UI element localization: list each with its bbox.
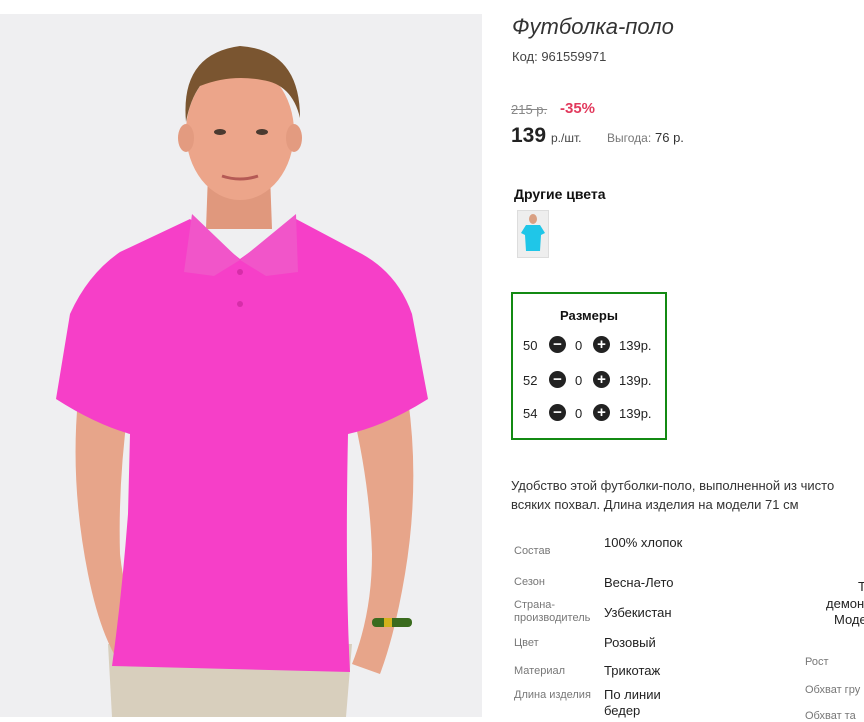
size-value: 54 <box>523 406 538 421</box>
product-title: Футболка-поло <box>512 14 674 39</box>
attr-value: Узбекистан <box>604 605 672 620</box>
increase-quantity-icon[interactable]: + <box>593 404 610 421</box>
current-price: 139 <box>511 124 547 147</box>
attr-label: Цвет <box>514 637 539 649</box>
attr-label: Сезон <box>514 576 545 588</box>
quantity-value: 0 <box>575 406 583 421</box>
size-price: 139р. <box>619 406 652 421</box>
attr-value: Розовый <box>604 635 656 650</box>
size-value: 52 <box>523 373 538 388</box>
size-price: 139р. <box>619 338 652 353</box>
other-colors-heading: Другие цвета <box>514 186 606 202</box>
price-unit: р./шт. <box>551 131 582 145</box>
description-line: Удобство этой футболки-поло, выполненной… <box>511 478 835 493</box>
decrease-quantity-icon[interactable]: − <box>549 371 566 388</box>
model-waist-label: Обхват та <box>805 710 856 722</box>
increase-quantity-icon[interactable]: + <box>593 371 610 388</box>
product-description: Удобство этой футболки-поло, выполненной… <box>511 476 864 514</box>
attr-value: Весна-Лето <box>604 575 674 590</box>
attr-label: Страна-производитель <box>514 599 591 624</box>
sizes-selector: Размеры 50 − 0 + 139р. 52 − 0 + 139р. 54… <box>511 292 667 440</box>
description-line: всяких похвал. Длина изделия на модели 7… <box>511 497 799 512</box>
size-price: 139р. <box>619 373 652 388</box>
attr-value: По линии бедер <box>604 687 661 718</box>
sizes-title: Размеры <box>560 308 618 323</box>
attr-value: 100% хлопок <box>604 535 683 550</box>
model-chest-label: Обхват гру <box>805 684 861 696</box>
model-height-label: Рост <box>805 656 829 668</box>
quantity-value: 0 <box>575 338 583 353</box>
attr-value: Трикотаж <box>604 663 661 678</box>
size-value: 50 <box>523 338 538 353</box>
quantity-value: 0 <box>575 373 583 388</box>
product-code: Код: 961559971 <box>512 49 607 64</box>
attr-label: Состав <box>514 545 551 557</box>
old-price: 215 р. <box>511 102 548 117</box>
color-swatch-thumbnail[interactable] <box>517 210 549 258</box>
model-params-text: демон <box>826 596 864 611</box>
decrease-quantity-icon[interactable]: − <box>549 404 566 421</box>
benefit-label: Выгода: <box>607 131 652 145</box>
benefit-value: 76 р. <box>655 130 684 145</box>
discount-badge: -35% <box>560 100 596 117</box>
product-photo[interactable] <box>0 14 482 717</box>
model-params-text: Моде <box>834 612 864 627</box>
attr-label: Длина изделия <box>514 689 591 701</box>
increase-quantity-icon[interactable]: + <box>593 336 610 353</box>
model-params-text: Т <box>858 579 864 594</box>
decrease-quantity-icon[interactable]: − <box>549 336 566 353</box>
attr-label: Материал <box>514 665 565 677</box>
